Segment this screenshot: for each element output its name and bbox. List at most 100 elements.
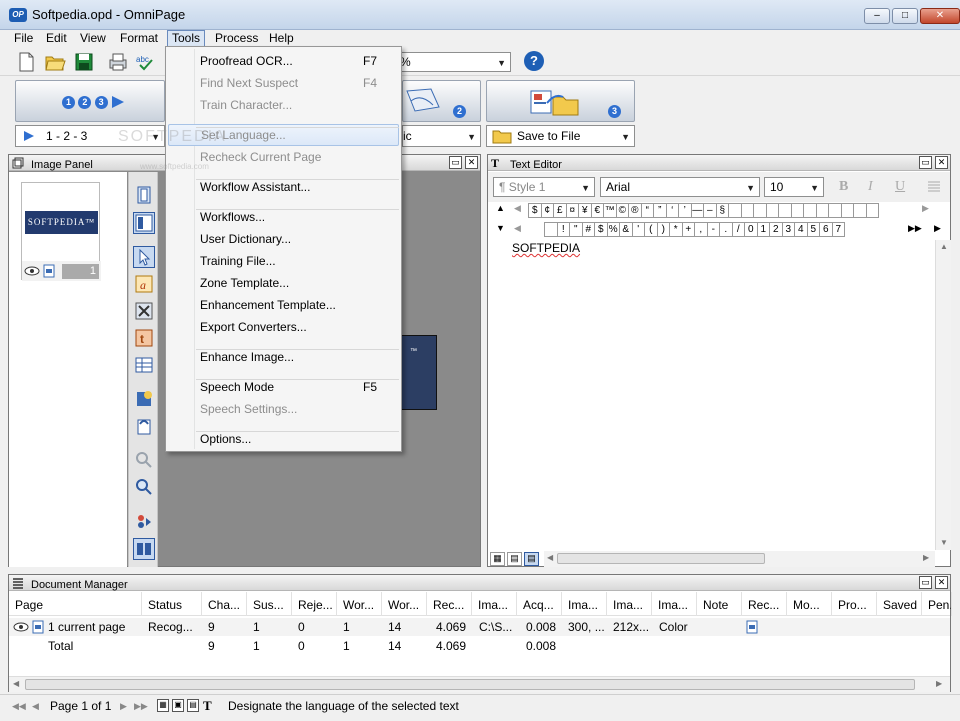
char-cell[interactable] — [803, 203, 817, 218]
menu-tools[interactable]: Tools — [167, 30, 206, 47]
split-view-icon[interactable] — [133, 212, 155, 234]
save-to-file-combo[interactable]: Save to File ▼ — [486, 125, 635, 147]
column-header[interactable]: Sus... — [247, 592, 292, 616]
scroll-right-icon[interactable]: ▶ — [923, 553, 929, 562]
rotate-page-icon[interactable] — [133, 415, 155, 437]
column-header[interactable]: Wor... — [337, 592, 382, 616]
char-cell[interactable]: ” — [653, 203, 667, 218]
font-combo[interactable]: Arial ▼ — [600, 177, 760, 197]
char-cell[interactable] — [815, 203, 829, 218]
char-cell[interactable] — [778, 203, 792, 218]
column-header[interactable]: Ima... — [472, 592, 517, 616]
char-cell[interactable] — [840, 203, 854, 218]
panel-restore-icon[interactable]: ▭ — [449, 156, 462, 169]
new-document-icon[interactable] — [15, 51, 37, 73]
menu-item-user-dictionary[interactable]: User Dictionary... — [168, 228, 399, 250]
column-header[interactable]: Pen... — [922, 592, 952, 616]
image-view-icon[interactable]: ▣ — [172, 699, 184, 712]
char-cell[interactable]: , — [694, 222, 708, 237]
column-header[interactable]: Status — [142, 592, 202, 616]
save-icon[interactable] — [73, 51, 95, 73]
column-header[interactable]: Ima... — [562, 592, 607, 616]
char-next-icon-2[interactable]: ▶ — [934, 223, 941, 234]
scroll-down-icon[interactable]: ▼ — [940, 538, 948, 547]
char-cell[interactable]: “ — [640, 203, 654, 218]
zoom-combo[interactable]: % ▼ — [395, 52, 511, 72]
char-cell[interactable] — [740, 203, 754, 218]
single-page-view-icon[interactable] — [133, 184, 155, 206]
view-mode-2-icon[interactable]: ▤ — [507, 552, 522, 566]
char-cell[interactable] — [790, 203, 804, 218]
char-cell[interactable]: " — [569, 222, 583, 237]
pointer-tool-icon[interactable] — [133, 246, 155, 268]
menu-item-training-file[interactable]: Training File... — [168, 250, 399, 272]
char-cell[interactable]: ¥ — [578, 203, 592, 218]
char-palette-arrow-down[interactable]: ▼ — [496, 223, 505, 233]
panel-close-icon[interactable]: ✕ — [935, 156, 948, 169]
column-header[interactable]: Pro... — [832, 592, 877, 616]
char-cell[interactable] — [544, 222, 558, 237]
editor-vertical-scrollbar[interactable]: ▲ ▼ — [935, 240, 951, 550]
zoom-in-icon[interactable] — [133, 476, 155, 498]
char-cell[interactable]: 0 — [744, 222, 758, 237]
char-cell[interactable]: 4 — [794, 222, 808, 237]
menu-item-enhancement-template[interactable]: Enhancement Template... — [168, 294, 399, 316]
panel-close-icon[interactable]: ✕ — [465, 156, 478, 169]
scroll-left-icon[interactable]: ◀ — [547, 553, 553, 562]
menu-help[interactable]: Help — [265, 30, 298, 47]
spellcheck-icon[interactable]: abc — [134, 51, 156, 73]
view-mode-3-icon[interactable]: ▤ — [524, 552, 539, 566]
font-size-combo[interactable]: 10 ▼ — [764, 177, 824, 197]
document-horizontal-scrollbar[interactable]: ◀ ▶ — [9, 676, 950, 692]
char-cell[interactable] — [865, 203, 879, 218]
char-cell[interactable]: £ — [553, 203, 567, 218]
ocr-language-combo[interactable]: ic ▼ — [402, 125, 481, 147]
table-zone-tool-icon[interactable] — [133, 354, 155, 376]
char-cell[interactable]: ¢ — [540, 203, 554, 218]
color-options-icon[interactable] — [133, 510, 155, 532]
column-header[interactable]: Wor... — [382, 592, 427, 616]
menu-view[interactable]: View — [76, 30, 110, 47]
column-header[interactable]: Ima... — [607, 592, 652, 616]
char-cell[interactable]: € — [590, 203, 604, 218]
scroll-thumb[interactable] — [25, 679, 915, 690]
char-cell[interactable]: 3 — [781, 222, 795, 237]
char-cell[interactable]: © — [615, 203, 629, 218]
char-cell[interactable] — [765, 203, 779, 218]
menu-file[interactable]: File — [10, 30, 37, 47]
editor-body-text[interactable]: SOFTPEDIA — [512, 241, 580, 255]
char-cell[interactable] — [828, 203, 842, 218]
panel-restore-icon[interactable]: ▭ — [919, 576, 932, 589]
panel-restore-icon[interactable]: ▭ — [919, 156, 932, 169]
char-cell[interactable]: – — [703, 203, 717, 218]
list-view-icon[interactable]: ▤ — [187, 699, 199, 712]
menu-item-find-next-suspect[interactable]: Find Next Suspect F4 — [168, 72, 399, 94]
char-cell[interactable]: * — [669, 222, 683, 237]
panel-close-icon[interactable]: ✕ — [935, 576, 948, 589]
char-cell[interactable]: ™ — [603, 203, 617, 218]
char-prev-icon-2[interactable]: ◀ — [514, 223, 521, 234]
thumbnail-view-icon[interactable]: ▦ — [157, 699, 169, 712]
prev-page-icon[interactable]: ◀ — [32, 701, 39, 712]
text-view-icon[interactable]: T — [203, 698, 212, 714]
char-fast-forward-icon[interactable]: ▶▶ — [908, 223, 922, 234]
char-cell[interactable] — [853, 203, 867, 218]
minimize-button[interactable]: – — [864, 8, 890, 24]
auto-zone-icon[interactable] — [133, 388, 155, 410]
two-pane-view-icon[interactable] — [133, 538, 155, 560]
char-cell[interactable]: / — [731, 222, 745, 237]
column-header[interactable]: Acq... — [517, 592, 562, 616]
char-cell[interactable]: 1 — [756, 222, 770, 237]
scroll-up-icon[interactable]: ▲ — [940, 242, 948, 251]
char-cell[interactable]: $ — [528, 203, 542, 218]
scroll-left-icon[interactable]: ◀ — [13, 679, 19, 688]
column-header[interactable]: Note — [697, 592, 742, 616]
last-page-icon[interactable]: ▶▶ — [134, 701, 148, 712]
workflow-start-button[interactable]: 1 2 3 — [15, 80, 165, 122]
char-cell[interactable]: ( — [644, 222, 658, 237]
char-cell[interactable]: ' — [631, 222, 645, 237]
char-prev-icon[interactable]: ◀ — [514, 203, 521, 214]
char-cell[interactable]: 5 — [806, 222, 820, 237]
underline-button[interactable]: U — [895, 179, 905, 195]
char-cell[interactable]: ! — [556, 222, 570, 237]
